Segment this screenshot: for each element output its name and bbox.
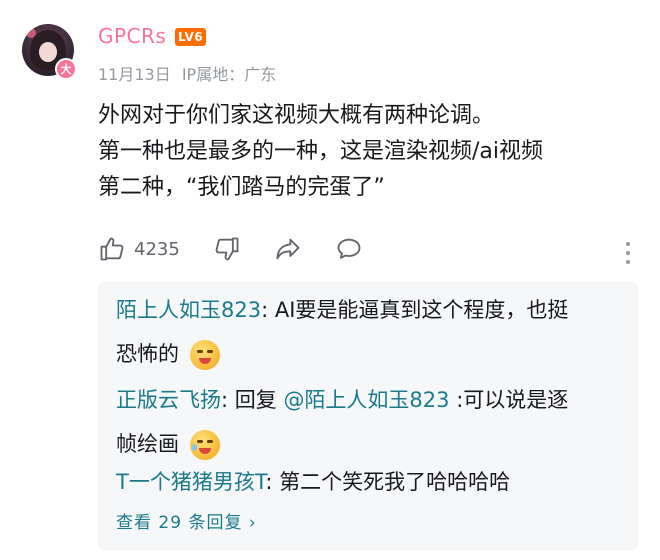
reply-text: : AI要是能逼真到这个程度，也挺 bbox=[261, 298, 569, 322]
dislike-button[interactable] bbox=[213, 232, 241, 266]
reply-button[interactable] bbox=[335, 232, 363, 266]
thumbs-down-icon bbox=[215, 237, 239, 261]
like-count: 4235 bbox=[134, 238, 180, 260]
share-button[interactable] bbox=[274, 232, 302, 266]
reply-text: 帧绘画 bbox=[116, 432, 179, 456]
reply-text: : 第二个笑死我了哈哈哈哈 bbox=[265, 470, 511, 494]
avatar-face bbox=[39, 42, 57, 62]
level-badge: LV6 bbox=[175, 28, 207, 46]
reply-text: :可以说是逐 bbox=[449, 388, 569, 412]
reply-author[interactable]: 陌上人如玉823 bbox=[116, 298, 261, 322]
username[interactable]: GPCRs bbox=[98, 24, 166, 48]
comment-content: 外网对于你们家这视频大概有两种论调。 第一种也是最多的一种，这是渲染视频/ai视… bbox=[98, 98, 638, 206]
comment-line: 第二种，“我们踏马的完蛋了” bbox=[98, 175, 385, 200]
reply-author[interactable]: 正版云飞扬 bbox=[116, 388, 221, 412]
comment-line: 第一种也是最多的一种，这是渲染视频/ai视频 bbox=[98, 139, 544, 164]
laughing-tears-emoji bbox=[189, 430, 220, 460]
reply-text: 恐怖的 bbox=[116, 342, 179, 366]
comment-icon bbox=[337, 238, 361, 259]
reply-item[interactable]: T一个猪猪男孩T: 第二个笑死我了哈哈哈哈 bbox=[116, 460, 626, 504]
more-button[interactable] bbox=[618, 236, 638, 270]
comment-meta: 11月13日 IP属地：广东 bbox=[98, 61, 282, 85]
comment-date: 11月13日 bbox=[98, 65, 171, 84]
more-vertical-icon bbox=[626, 242, 630, 264]
reply-item[interactable]: 陌上人如玉823: AI要是能逼真到这个程度，也挺 恐怖的 bbox=[116, 288, 626, 376]
scared-face-emoji bbox=[189, 340, 220, 370]
comment-line: 外网对于你们家这视频大概有两种论调。 bbox=[98, 103, 495, 128]
reply-mention[interactable]: @陌上人如玉823 bbox=[283, 388, 449, 412]
like-button[interactable]: 4235 bbox=[98, 232, 180, 266]
view-more-replies-link[interactable]: 查看 29 条回复 › bbox=[116, 508, 257, 533]
avatar-badge: 大 bbox=[55, 58, 77, 80]
thumbs-up-icon bbox=[100, 237, 124, 261]
reply-preview-box: 陌上人如玉823: AI要是能逼真到这个程度，也挺 恐怖的 正版云飞扬: 回复 … bbox=[98, 282, 638, 550]
ip-location: IP属地：广东 bbox=[181, 65, 277, 84]
share-icon bbox=[276, 238, 300, 260]
reply-text: : 回复 bbox=[221, 388, 284, 412]
comment-actions: 4235 bbox=[98, 232, 638, 266]
reply-author[interactable]: T一个猪猪男孩T bbox=[116, 470, 265, 494]
reply-item[interactable]: 正版云飞扬: 回复 @陌上人如玉823 :可以说是逐 帧绘画 bbox=[116, 378, 626, 466]
